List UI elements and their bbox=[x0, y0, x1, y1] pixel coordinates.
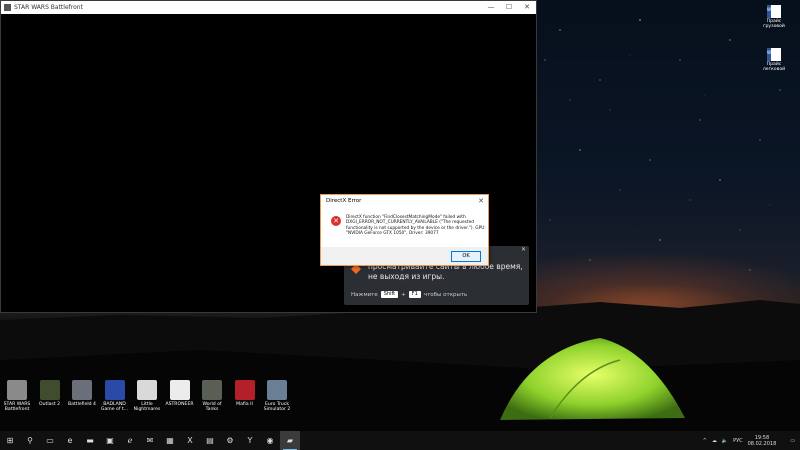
settings-icon[interactable]: ⚙ bbox=[220, 431, 240, 450]
dialog-message: DirectX function "FindClosestMatchingMod… bbox=[346, 215, 486, 237]
word-document-icon bbox=[767, 5, 781, 18]
dialog-title: DirectX Error bbox=[326, 198, 362, 204]
directx-error-dialog[interactable]: DirectX Error ✕ ✕ DirectX function "Find… bbox=[320, 194, 489, 266]
explorer-icon[interactable]: ▬ bbox=[80, 431, 100, 450]
shortcut-icon bbox=[137, 380, 157, 400]
desktop-shortcut[interactable]: ASTRONEER bbox=[164, 380, 196, 407]
desktop-shortcut[interactable]: STAR WARS Battlefront bbox=[1, 380, 33, 412]
shortcut-icon bbox=[72, 380, 92, 400]
shortcut-label: Little Nightmares bbox=[133, 402, 161, 412]
ok-button[interactable]: OK bbox=[451, 251, 481, 262]
word-document-icon bbox=[767, 48, 781, 61]
shortcut-icon bbox=[104, 380, 125, 400]
dialog-close-button[interactable]: ✕ bbox=[478, 195, 484, 207]
desktop-shortcut[interactable]: World of Tanks bbox=[196, 380, 228, 412]
battlefront-app-icon bbox=[4, 4, 11, 11]
shortcut-label: ASTRONEER bbox=[165, 402, 194, 407]
search-icon[interactable]: ⚲ bbox=[20, 431, 40, 450]
close-button[interactable]: ✕ bbox=[518, 1, 536, 14]
tray-chevron-icon[interactable]: ^ bbox=[703, 438, 707, 444]
system-tray: ^ ☁ 🔈 РУС 19:58 08.02.2018 ▭ bbox=[703, 431, 800, 450]
shortcut-icon bbox=[234, 380, 255, 400]
task-view-icon[interactable]: ▭ bbox=[40, 431, 60, 450]
shift-key: Shift bbox=[380, 291, 399, 298]
shortcut-label: World of Tanks bbox=[202, 402, 222, 412]
photos-icon[interactable]: ▦ bbox=[160, 431, 180, 450]
game-window-titlebar[interactable]: STAR WARS Battlefront — ☐ ✕ bbox=[1, 1, 536, 14]
desktop-file-price-cargo[interactable]: Прайс грузовой bbox=[759, 5, 789, 29]
shortcut-label: Mafia II bbox=[236, 402, 253, 407]
volume-icon[interactable]: 🔈 bbox=[722, 438, 728, 444]
error-icon: ✕ bbox=[331, 216, 341, 226]
clock-date: 08.02.2018 bbox=[747, 440, 777, 447]
dialog-titlebar[interactable]: DirectX Error ✕ bbox=[321, 195, 488, 207]
shortcut-icon bbox=[169, 380, 190, 400]
yandex-icon[interactable]: Y bbox=[240, 431, 260, 450]
edge-icon[interactable]: e bbox=[60, 431, 80, 450]
shortcut-label: Euro Truck Simulator 2 bbox=[263, 402, 291, 412]
shortcut-label: BADLAND Game of t... bbox=[100, 402, 129, 412]
store-icon[interactable]: ▣ bbox=[100, 431, 120, 450]
shortcut-icon bbox=[267, 380, 287, 400]
shortcut-icon bbox=[202, 380, 222, 400]
shortcut-label: STAR WARS Battlefront bbox=[3, 402, 31, 412]
desktop-shortcut[interactable]: Mafia II bbox=[229, 380, 261, 407]
maximize-button[interactable]: ☐ bbox=[500, 1, 518, 14]
desktop-shortcut[interactable]: Little Nightmares bbox=[131, 380, 163, 412]
desktop-file-label: Прайс легковой bbox=[762, 62, 786, 72]
shortcut-label: Outlast 2 bbox=[39, 402, 60, 407]
plus-sign: + bbox=[401, 291, 406, 298]
shortcut-label: Battlefield 4 bbox=[68, 402, 96, 407]
f1-key: F1 bbox=[408, 291, 421, 298]
hint-suffix: чтобы открыть bbox=[423, 291, 468, 298]
overlay-hint: Нажмите Shift + F1 чтобы открыть bbox=[351, 291, 467, 298]
shortcut-icon bbox=[7, 380, 27, 400]
language-indicator[interactable]: РУС bbox=[733, 438, 743, 444]
game-window-title: STAR WARS Battlefront bbox=[14, 4, 83, 11]
battlefront-icon[interactable]: ▰ bbox=[280, 431, 300, 450]
excel-icon[interactable]: X bbox=[180, 431, 200, 450]
media-icon[interactable]: ◉ bbox=[260, 431, 280, 450]
tent bbox=[500, 338, 685, 420]
ie-icon[interactable]: ℯ bbox=[120, 431, 140, 450]
app-icon[interactable]: ▤ bbox=[200, 431, 220, 450]
hint-prefix: Нажмите bbox=[351, 291, 378, 298]
notifications-icon[interactable]: ▭ bbox=[790, 438, 795, 444]
desktop-shortcut[interactable]: Battlefield 4 bbox=[66, 380, 98, 407]
desktop-shortcut[interactable]: BADLAND Game of t... bbox=[99, 380, 131, 412]
desktop-file-price-car[interactable]: Прайс легковой bbox=[759, 48, 789, 72]
start-icon[interactable]: ⊞ bbox=[0, 431, 20, 450]
minimize-button[interactable]: — bbox=[482, 1, 500, 14]
network-icon[interactable]: ☁ bbox=[712, 438, 717, 444]
clock[interactable]: 19:58 08.02.2018 bbox=[748, 435, 777, 447]
shortcut-icon bbox=[39, 380, 60, 400]
taskbar: ⊞ ⚲ ▭ e ▬ ▣ ℯ ✉ ▦ X ▤ ⚙ Y ◉ ▰ ^ ☁ 🔈 РУС 19:58 08.02.20… bbox=[0, 431, 800, 450]
dialog-footer: OK bbox=[321, 247, 488, 265]
desktop-file-label: Прайс грузовой bbox=[763, 19, 785, 29]
mail-icon[interactable]: ✉ bbox=[140, 431, 160, 450]
desktop-shortcut[interactable]: Euro Truck Simulator 2 bbox=[261, 380, 293, 412]
desktop-shortcut[interactable]: Outlast 2 bbox=[34, 380, 66, 407]
